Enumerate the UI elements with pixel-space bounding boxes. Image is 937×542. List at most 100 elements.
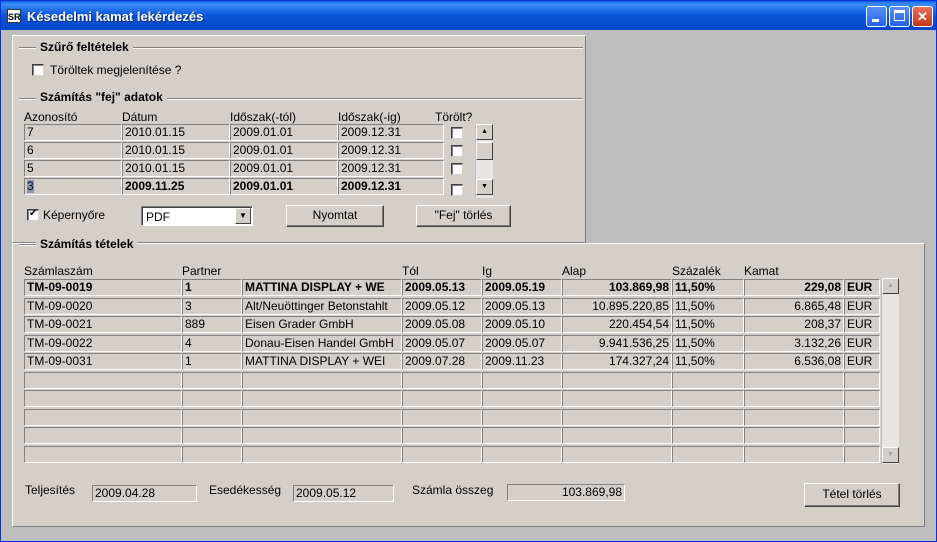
header-row-id-cell[interactable]: 6: [24, 142, 122, 159]
item-row-base-cell[interactable]: 220.454,54: [562, 316, 672, 333]
empty-row-cell[interactable]: [24, 445, 182, 463]
header-row-from-cell[interactable]: 2009.01.01: [230, 124, 338, 141]
item-row-interest-cell[interactable]: 3.132,26: [744, 334, 844, 352]
item-row-invoice-cell[interactable]: TM-09-0021: [24, 316, 182, 333]
screen-output-checkbox[interactable]: [27, 208, 39, 221]
header-row-date-cell[interactable]: 2010.01.15: [122, 124, 230, 141]
empty-row-cell[interactable]: [672, 408, 744, 426]
header-row-to-cell[interactable]: 2009.12.31: [338, 142, 444, 159]
scroll-down-icon[interactable]: ▼: [882, 447, 899, 463]
empty-row-cell[interactable]: [482, 427, 562, 444]
item-row-from-cell[interactable]: 2009.07.28: [402, 353, 482, 370]
header-row-to-cell[interactable]: 2009.12.31: [338, 160, 444, 177]
item-row-to-cell[interactable]: 2009.11.23: [482, 353, 562, 370]
item-row-percent-cell[interactable]: 11,50%: [672, 297, 744, 315]
maximize-button[interactable]: [889, 6, 910, 27]
print-button[interactable]: Nyomtat: [286, 205, 384, 227]
item-row-currency-cell[interactable]: EUR: [844, 353, 880, 370]
empty-row-cell[interactable]: [482, 390, 562, 407]
deleted-checkbox[interactable]: [451, 127, 463, 139]
delete-item-button[interactable]: Tétel törlés: [804, 483, 900, 507]
items-scrollbar[interactable]: ▲ ▼: [881, 278, 899, 464]
header-scrollbar[interactable]: ▲ ▼: [475, 124, 493, 198]
empty-row-cell[interactable]: [672, 445, 744, 463]
minimize-button[interactable]: [866, 6, 887, 27]
empty-row-cell[interactable]: [242, 427, 402, 444]
item-row-partner-cell[interactable]: MATTINA DISPLAY + WE: [242, 279, 402, 296]
deleted-checkbox[interactable]: [451, 163, 463, 175]
scroll-thumb[interactable]: [476, 142, 493, 160]
empty-row-cell[interactable]: [182, 408, 242, 426]
format-select[interactable]: PDF ▼: [141, 206, 253, 226]
empty-row-cell[interactable]: [402, 408, 482, 426]
empty-row-cell[interactable]: [844, 445, 880, 463]
empty-row-cell[interactable]: [482, 408, 562, 426]
empty-row-cell[interactable]: [844, 390, 880, 407]
header-row-from-cell[interactable]: 2009.01.01: [230, 178, 338, 195]
empty-row-cell[interactable]: [672, 371, 744, 389]
item-row-base-cell[interactable]: 10.895.220,85: [562, 297, 672, 315]
item-row-partner-cell[interactable]: MATTINA DISPLAY + WEI: [242, 353, 402, 370]
header-row-from-cell[interactable]: 2009.01.01: [230, 142, 338, 159]
item-row-percent-cell[interactable]: 11,50%: [672, 279, 744, 296]
empty-row-cell[interactable]: [24, 408, 182, 426]
empty-row-cell[interactable]: [844, 408, 880, 426]
empty-row-cell[interactable]: [242, 390, 402, 407]
empty-row-cell[interactable]: [672, 427, 744, 444]
item-row-partner-cell[interactable]: Donau-Eisen Handel GmbH: [242, 334, 402, 352]
header-row-date-cell[interactable]: 2010.01.15: [122, 160, 230, 177]
item-row-partner-cell[interactable]: Eisen Grader GmbH: [242, 316, 402, 333]
item-row-from-cell[interactable]: 2009.05.12: [402, 297, 482, 315]
empty-row-cell[interactable]: [24, 390, 182, 407]
item-row-base-cell[interactable]: 9.941.536,25: [562, 334, 672, 352]
item-row-interest-cell[interactable]: 6.536,08: [744, 353, 844, 370]
title-bar[interactable]: SR Késedelmi kamat lekérdezés ✕: [1, 1, 936, 30]
header-row-id-cell[interactable]: 5: [24, 160, 122, 177]
empty-row-cell[interactable]: [744, 408, 844, 426]
empty-row-cell[interactable]: [402, 371, 482, 389]
item-row-invoice-cell[interactable]: TM-09-0020: [24, 297, 182, 315]
empty-row-cell[interactable]: [242, 371, 402, 389]
empty-row-cell[interactable]: [844, 427, 880, 444]
empty-row-cell[interactable]: [744, 427, 844, 444]
item-row-from-cell[interactable]: 2009.05.13: [402, 279, 482, 296]
item-row-partner_id-cell[interactable]: 889: [182, 316, 242, 333]
empty-row-cell[interactable]: [482, 445, 562, 463]
empty-row-cell[interactable]: [562, 390, 672, 407]
item-row-currency-cell[interactable]: EUR: [844, 297, 880, 315]
due-field[interactable]: 2009.05.12: [293, 485, 394, 502]
item-row-invoice-cell[interactable]: TM-09-0031: [24, 353, 182, 370]
empty-row-cell[interactable]: [482, 371, 562, 389]
item-row-base-cell[interactable]: 103.869,98: [562, 279, 672, 296]
header-row-from-cell[interactable]: 2009.01.01: [230, 160, 338, 177]
item-row-partner-cell[interactable]: Alt/Neuöttinger Betonstahlt: [242, 297, 402, 315]
empty-row-cell[interactable]: [182, 427, 242, 444]
header-row-id-cell[interactable]: 7: [24, 124, 122, 141]
header-row-date-cell[interactable]: 2009.11.25: [122, 178, 230, 195]
empty-row-cell[interactable]: [182, 371, 242, 389]
scroll-up-icon[interactable]: ▲: [476, 124, 493, 140]
item-row-percent-cell[interactable]: 11,50%: [672, 353, 744, 370]
item-row-invoice-cell[interactable]: TM-09-0019: [24, 279, 182, 296]
empty-row-cell[interactable]: [562, 371, 672, 389]
header-row-date-cell[interactable]: 2010.01.15: [122, 142, 230, 159]
item-row-interest-cell[interactable]: 6.865,48: [744, 297, 844, 315]
empty-row-cell[interactable]: [744, 390, 844, 407]
item-row-partner_id-cell[interactable]: 3: [182, 297, 242, 315]
item-row-invoice-cell[interactable]: TM-09-0022: [24, 334, 182, 352]
item-row-to-cell[interactable]: 2009.05.07: [482, 334, 562, 352]
empty-row-cell[interactable]: [182, 390, 242, 407]
item-row-partner_id-cell[interactable]: 4: [182, 334, 242, 352]
item-row-from-cell[interactable]: 2009.05.08: [402, 316, 482, 333]
empty-row-cell[interactable]: [844, 371, 880, 389]
delete-header-button[interactable]: "Fej" törlés: [416, 205, 511, 227]
empty-row-cell[interactable]: [562, 445, 672, 463]
item-row-percent-cell[interactable]: 11,50%: [672, 334, 744, 352]
scroll-up-icon[interactable]: ▲: [882, 278, 899, 294]
performance-field[interactable]: 2009.04.28: [92, 485, 197, 502]
empty-row-cell[interactable]: [182, 445, 242, 463]
item-row-partner_id-cell[interactable]: 1: [182, 279, 242, 296]
scroll-down-icon[interactable]: ▼: [476, 179, 493, 195]
empty-row-cell[interactable]: [402, 427, 482, 444]
item-row-percent-cell[interactable]: 11,50%: [672, 316, 744, 333]
